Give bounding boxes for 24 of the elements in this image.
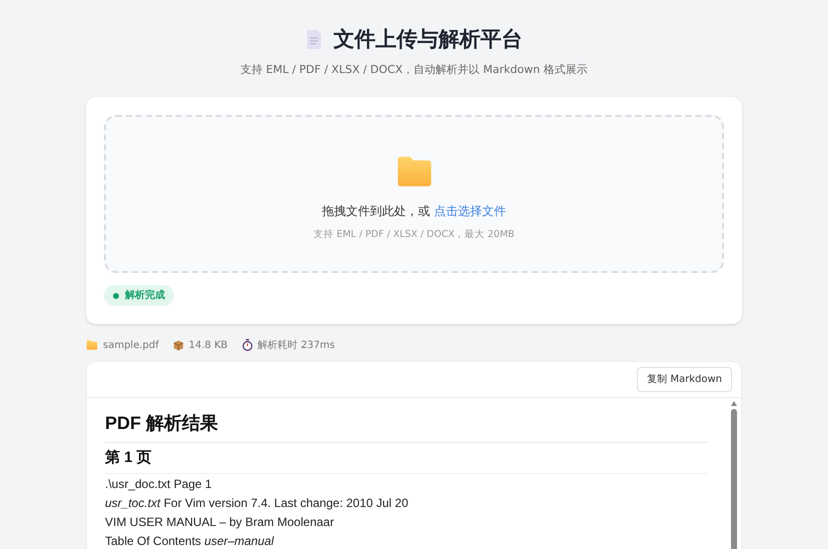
package-icon [172,340,184,350]
folder-icon [86,340,98,350]
text-line: usr_toc.txt For Vim version 7.4. Last change: 2010 Jul 20 [105,495,410,512]
copy-markdown-button[interactable]: 复制 Markdown [637,367,732,392]
page-heading: 第 1 页 [105,448,708,474]
text-line: .\usr_doc.txt Page 1 [105,476,213,493]
folder-icon [396,155,432,188]
drop-zone[interactable]: 拖拽文件到此处，或 点击选择文件 支持 EML / PDF / XLSX / DOCX，最大 20MB [104,115,724,273]
page-subtitle: 支持 EML / PDF / XLSX / DOCX，自动解析并以 Markdown 格式展示 [240,62,588,78]
drop-prompt: 拖拽文件到此处，或 点击选择文件 [322,203,506,220]
drop-hint: 支持 EML / PDF / XLSX / DOCX，最大 20MB [314,228,514,242]
page-title: 文件上传与解析平台 [334,26,522,53]
stopwatch-icon [242,339,253,351]
result-heading: PDF 解析结果 [105,412,708,443]
document-icon [306,29,322,50]
file-info-text: 解析耗时 237ms [258,338,335,352]
scroll-up-icon[interactable] [731,401,737,406]
choose-file-link[interactable]: 点击选择文件 [434,204,506,218]
file-info-text: sample.pdf [103,338,159,352]
file-info-text: 14.8 KB [188,338,228,352]
status-text: 解析完成 [125,288,165,303]
text-line: VIM USER MANUAL – by Bram Moolenaar [105,514,335,531]
scrollbar-thumb[interactable] [731,409,737,549]
text-line: Table Of Contents user–manual [105,533,275,549]
